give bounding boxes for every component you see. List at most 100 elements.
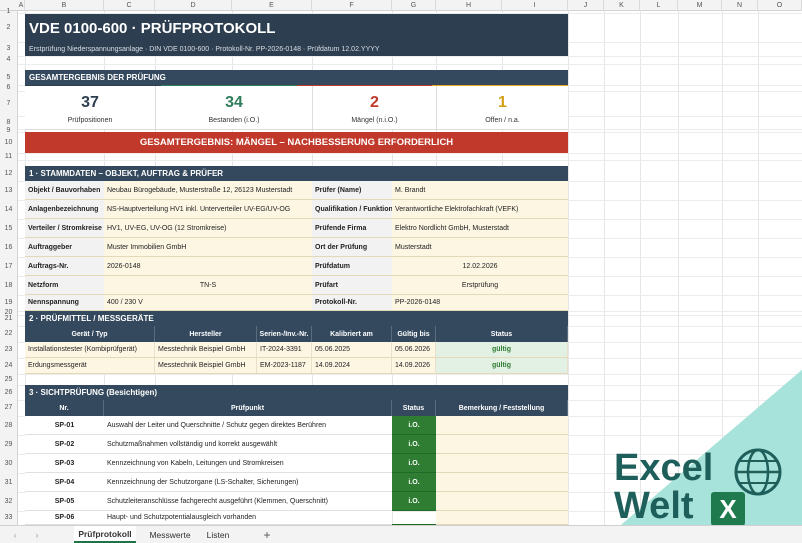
stamm-label[interactable]: Objekt / Bauvorhaben xyxy=(25,181,104,200)
row-header[interactable]: 23 xyxy=(0,346,17,354)
status-cell[interactable]: i.O. xyxy=(392,473,436,492)
stamm-value[interactable]: NS-Hauptverteilung HV1 inkl. Untervertei… xyxy=(104,200,312,219)
card-offen[interactable]: 1 Offen / n.a. xyxy=(436,86,568,130)
row-header[interactable]: 31 xyxy=(0,479,17,487)
row-header[interactable]: 24 xyxy=(0,362,17,370)
column-header[interactable]: O xyxy=(758,0,802,11)
next-sheet-icon[interactable]: › xyxy=(30,526,44,543)
sheet-subtitle[interactable]: Erstprüfung Niederspannungsanlage · DIN … xyxy=(25,42,568,56)
status-cell[interactable]: i.O. xyxy=(392,435,436,454)
check-id[interactable]: SP-03 xyxy=(25,454,104,473)
stamm-value[interactable]: PP-2026-0148 xyxy=(392,295,568,311)
row-header[interactable]: 17 xyxy=(0,263,17,271)
tab-listen[interactable]: Listen xyxy=(200,526,236,543)
row-header[interactable]: 5 xyxy=(0,74,17,82)
row-header[interactable]: 19 xyxy=(0,299,17,307)
summary-section-header[interactable]: GESAMTERGEBNIS DER PRÜFUNG xyxy=(25,70,568,85)
column-header[interactable]: N xyxy=(722,0,758,11)
check-id[interactable]: SP-01 xyxy=(25,416,104,435)
row-header[interactable]: 33 xyxy=(0,514,17,522)
stamm-label[interactable]: Verteiler / Stromkreise xyxy=(25,219,104,238)
stamm-label[interactable]: Netzform xyxy=(25,276,104,295)
pruefmittel-cell[interactable]: Messtechnik Beispiel GmbH xyxy=(155,358,257,374)
check-point[interactable]: Kennzeichnung der Schutzorgane (LS-Schal… xyxy=(104,473,392,492)
stamm-value[interactable]: 400 / 230 V xyxy=(104,295,312,311)
stamm-value[interactable]: M. Brandt xyxy=(392,181,568,200)
row-header[interactable]: 11 xyxy=(0,153,17,161)
pruefmittel-cell[interactable]: IT-2024-3391 xyxy=(257,342,312,358)
pruefmittel-cell[interactable]: 14.09.2026 xyxy=(392,358,436,374)
status-cell[interactable]: i.O. xyxy=(392,492,436,511)
row-header[interactable]: 3 xyxy=(0,45,17,53)
sheet-title[interactable]: VDE 0100-600 · PRÜFPROTOKOLL xyxy=(25,14,568,42)
stamm-value[interactable]: Neubau Bürogebäude, Musterstraße 12, 261… xyxy=(104,181,312,200)
check-point[interactable]: Auswahl der Leiter und Querschnitte / Sc… xyxy=(104,416,392,435)
stamm-value[interactable]: Elektro Nordlicht GmbH, Musterstadt xyxy=(392,219,568,238)
status-cell[interactable]: gültig xyxy=(436,358,568,374)
stamm-value[interactable]: HV1, UV-EG, UV-OG (12 Stromkreise) xyxy=(104,219,312,238)
row-header[interactable]: 22 xyxy=(0,330,17,338)
row-header[interactable]: 13 xyxy=(0,187,17,195)
stamm-value[interactable]: Erstprüfung xyxy=(392,276,568,295)
stamm-label[interactable]: Qualifikation / Funktion xyxy=(312,200,392,219)
row-header[interactable]: 29 xyxy=(0,441,17,449)
stamm-value[interactable]: 12.02.2026 xyxy=(392,257,568,276)
column-header[interactable]: C xyxy=(104,0,155,11)
remark-cell[interactable] xyxy=(436,511,568,525)
row-header[interactable]: 21 xyxy=(0,315,17,323)
stamm-label[interactable]: Auftrags-Nr. xyxy=(25,257,104,276)
pruefmittel-section-header[interactable]: 2 · PRÜFMITTEL / MESSGERÄTE xyxy=(25,311,568,326)
pruefmittel-cell[interactable]: Messtechnik Beispiel GmbH xyxy=(155,342,257,358)
row-header[interactable]: 30 xyxy=(0,460,17,468)
stamm-label[interactable]: Nennspannung xyxy=(25,295,104,311)
column-header[interactable]: D xyxy=(155,0,232,11)
stamm-value[interactable]: Muster Immobilien GmbH xyxy=(104,238,312,257)
row-header[interactable]: 10 xyxy=(0,139,17,147)
stamm-label[interactable]: Prüfer (Name) xyxy=(312,181,392,200)
column-header[interactable]: G xyxy=(392,0,436,11)
row-header[interactable]: 32 xyxy=(0,498,17,506)
pruefmittel-cell[interactable]: 05.06.2025 xyxy=(312,342,392,358)
check-point[interactable]: Schutzmaßnahmen vollständig und korrekt … xyxy=(104,435,392,454)
stamm-value[interactable]: Verantwortliche Elektrofachkraft (VEFK) xyxy=(392,200,568,219)
row-header[interactable]: 28 xyxy=(0,422,17,430)
row-header[interactable]: 25 xyxy=(0,376,17,384)
row-header[interactable]: 6 xyxy=(0,84,17,92)
check-point[interactable]: Kennzeichnung von Kabeln, Leitungen und … xyxy=(104,454,392,473)
pruefmittel-cell[interactable]: Erdungsmessgerät xyxy=(25,358,155,374)
check-id[interactable]: SP-05 xyxy=(25,492,104,511)
row-header[interactable]: 4 xyxy=(0,56,17,64)
column-header[interactable]: K xyxy=(604,0,640,11)
row-header[interactable]: 16 xyxy=(0,244,17,252)
sichtpruefung-section-header[interactable]: 3 · SICHTPRÜFUNG (Besichtigen) xyxy=(25,385,568,400)
column-header[interactable]: L xyxy=(640,0,678,11)
column-header[interactable]: J xyxy=(568,0,604,11)
remark-cell[interactable] xyxy=(436,416,568,435)
stamm-label[interactable]: Prüfart xyxy=(312,276,392,295)
column-header[interactable]: M xyxy=(678,0,722,11)
stamm-value[interactable]: TN-S xyxy=(104,276,312,295)
stammdaten-section-header[interactable]: 1 · STAMMDATEN – OBJEKT, AUFTRAG & PRÜFE… xyxy=(25,166,568,181)
card-pruefpositionen[interactable]: 37 Prüfpositionen xyxy=(25,86,155,130)
status-cell[interactable] xyxy=(392,511,436,525)
stamm-label[interactable]: Prüfdatum xyxy=(312,257,392,276)
column-header[interactable]: I xyxy=(502,0,568,11)
stamm-label[interactable]: Protokoll-Nr. xyxy=(312,295,392,311)
pruefmittel-cell[interactable]: Installationstester (Kombiprüfgerät) xyxy=(25,342,155,358)
stamm-value[interactable]: 2026-0148 xyxy=(104,257,312,276)
remark-cell[interactable] xyxy=(436,435,568,454)
stamm-value[interactable]: Musterstadt xyxy=(392,238,568,257)
stamm-label[interactable]: Auftraggeber xyxy=(25,238,104,257)
check-id[interactable]: SP-04 xyxy=(25,473,104,492)
remark-cell[interactable] xyxy=(436,454,568,473)
tab-messwerte[interactable]: Messwerte xyxy=(142,526,198,543)
remark-cell[interactable] xyxy=(436,473,568,492)
check-point[interactable]: Haupt- und Schutzpotentialausgleich vorh… xyxy=(104,511,392,525)
row-header[interactable]: 7 xyxy=(0,100,17,108)
check-id[interactable]: SP-02 xyxy=(25,435,104,454)
card-maengel[interactable]: 2 Mängel (n.i.O.) xyxy=(312,86,436,130)
stamm-label[interactable]: Anlagenbezeichnung xyxy=(25,200,104,219)
pruefmittel-cell[interactable]: EM-2023-1187 xyxy=(257,358,312,374)
column-header[interactable]: B xyxy=(25,0,104,11)
row-header[interactable]: 9 xyxy=(0,127,17,135)
